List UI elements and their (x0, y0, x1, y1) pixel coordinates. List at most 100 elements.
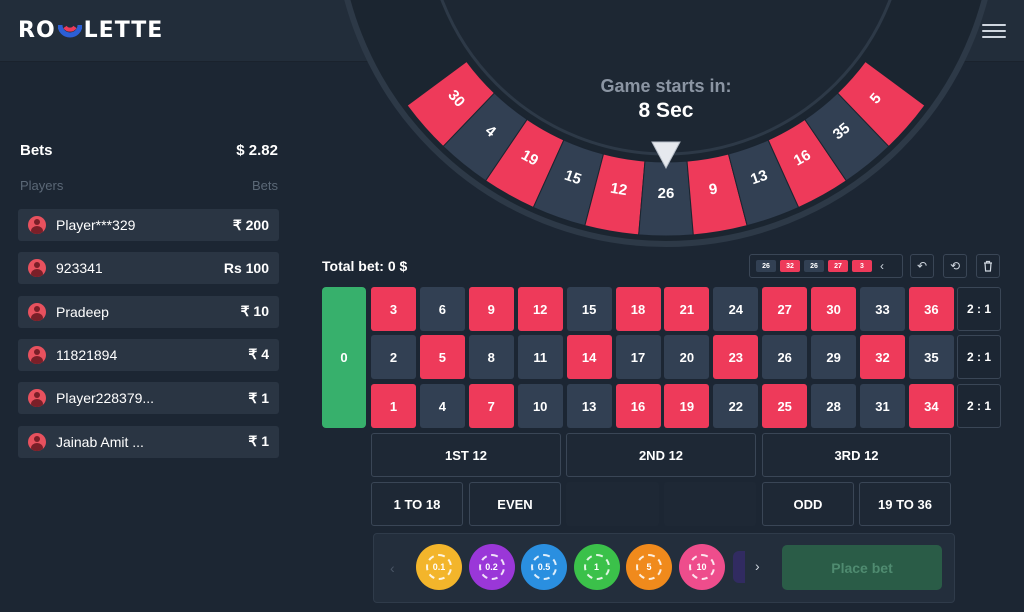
history-result: 3 (852, 260, 872, 272)
clear-button[interactable] (976, 254, 1000, 278)
chips-prev-button[interactable]: ‹ (390, 560, 395, 576)
bet-number[interactable]: 14 (566, 335, 612, 379)
wheel-pocket (686, 153, 748, 236)
player-amount: ₹ 200 (232, 216, 269, 233)
undo-button[interactable]: ↶ (910, 254, 934, 278)
how-to-play-button[interactable]: i How to play? (613, 15, 759, 47)
wheel-number: 4 (482, 122, 500, 141)
chevron-right-icon: › (755, 558, 760, 574)
bet-19-to-36[interactable]: 19 TO 36 (859, 482, 951, 526)
bet-number[interactable]: 26 (762, 335, 808, 379)
chip[interactable]: 10 (678, 544, 725, 590)
dozen-2nd[interactable]: 2ND 12 (566, 433, 756, 477)
bet-even[interactable]: EVEN (469, 482, 561, 526)
chip[interactable]: 0.1 (416, 544, 462, 590)
zero-label: 0 (340, 350, 348, 365)
bet-number[interactable]: 3 (371, 287, 416, 331)
balance-display: 999 594.5 $ (774, 15, 920, 47)
bet-odd[interactable]: ODD (762, 482, 854, 526)
bets-columns: Players Bets (20, 178, 278, 193)
bet-number[interactable]: 19 (664, 384, 710, 428)
column-bet-bottom[interactable]: 2 : 1 (957, 384, 1001, 428)
column-bet-middle[interactable]: 2 : 1 (957, 335, 1001, 379)
wheel-pocket (767, 118, 848, 209)
chip-partial (733, 551, 745, 583)
column-bet-label: 2 : 1 (966, 399, 991, 413)
bet-number[interactable]: 25 (762, 384, 808, 428)
dozen-3rd[interactable]: 3RD 12 (762, 433, 951, 477)
chip[interactable]: 0.2 (468, 544, 515, 590)
player-amount: Rs 100 (223, 260, 269, 277)
bet-black[interactable] (664, 482, 756, 526)
player-amount: ₹ 10 (240, 303, 269, 320)
bet-number[interactable]: 28 (811, 384, 857, 428)
chip[interactable]: 1 (573, 544, 620, 590)
history-result: 32 (780, 260, 800, 272)
bet-1-to-18[interactable]: 1 TO 18 (371, 482, 463, 526)
wheel-number: 26 (658, 185, 675, 202)
bet-number[interactable]: 9 (468, 287, 514, 331)
fullscreen-button[interactable] (936, 15, 967, 47)
wheel-number: 15 (562, 167, 583, 189)
wheel-pocket (532, 139, 605, 227)
bet-number[interactable]: 16 (615, 384, 661, 428)
wheel-number: 30 (444, 87, 468, 111)
bet-zero[interactable]: 0 (322, 287, 366, 428)
place-bet-button[interactable]: Place bet (782, 545, 942, 590)
bet-number[interactable]: 27 (762, 287, 808, 331)
bet-number[interactable]: 10 (517, 384, 563, 428)
bet-number[interactable]: 8 (468, 335, 514, 379)
bet-number[interactable]: 2 (371, 335, 416, 379)
history-strip[interactable]: 26 32 26 27 3 ‹ (749, 254, 903, 278)
odd-label: ODD (793, 496, 823, 512)
player-name: Player***329 (56, 217, 136, 233)
bet-number[interactable]: 36 (908, 287, 954, 331)
avatar-icon (28, 432, 46, 451)
bet-number[interactable]: 17 (615, 335, 661, 379)
bet-number[interactable]: 24 (713, 287, 759, 331)
bet-number[interactable]: 23 (713, 335, 759, 379)
repeat-icon: ⟲ (949, 259, 961, 273)
bet-number[interactable]: 6 (419, 287, 465, 331)
player-amount: ₹ 1 (248, 389, 269, 406)
bet-number[interactable]: 30 (811, 287, 857, 331)
bet-number[interactable]: 11 (517, 335, 563, 379)
history-result: 26 (804, 260, 824, 272)
wheel-pointer-icon (651, 141, 681, 170)
bet-number[interactable]: 5 (419, 335, 465, 379)
chip[interactable]: 0.5 (521, 544, 567, 590)
bet-number[interactable]: 29 (811, 335, 857, 379)
column-bet-top[interactable]: 2 : 1 (957, 287, 1001, 331)
bet-number[interactable]: 13 (566, 384, 612, 428)
avatar-icon (28, 389, 46, 408)
player-bet-row: Player***329 ₹ 200 (18, 209, 279, 241)
bet-number[interactable]: 4 (419, 384, 465, 428)
bet-number[interactable]: 15 (566, 287, 612, 331)
bet-number[interactable]: 35 (908, 335, 954, 379)
wheel-number: 5 (867, 90, 885, 107)
bet-number[interactable]: 21 (664, 287, 710, 331)
avatar-icon (28, 216, 46, 234)
bet-number[interactable]: 12 (517, 287, 563, 331)
bet-number[interactable]: 32 (860, 335, 905, 379)
bet-number[interactable]: 22 (713, 384, 759, 428)
even-label: EVEN (497, 496, 533, 512)
bet-number[interactable]: 31 (860, 384, 905, 428)
menu-button[interactable] (982, 18, 1006, 44)
bet-number[interactable]: 7 (468, 384, 514, 428)
bet-number[interactable]: 18 (615, 287, 661, 331)
bet-number[interactable]: 34 (908, 384, 954, 428)
place-bet-label: Place bet (831, 559, 893, 576)
player-amount: ₹ 1 (248, 433, 269, 449)
bet-number[interactable]: 33 (860, 287, 905, 331)
bet-red[interactable] (566, 482, 659, 526)
how-to-play-label: How to play? (653, 23, 741, 39)
chip[interactable]: 5 (626, 544, 672, 590)
undo-icon: ↶ (916, 259, 928, 273)
repeat-button[interactable]: ⟲ (943, 254, 967, 278)
chips-next-button[interactable]: › (755, 558, 760, 574)
chip-value: 0.5 (531, 554, 557, 580)
dozen-1st[interactable]: 1ST 12 (371, 433, 561, 477)
bet-number[interactable]: 1 (371, 384, 416, 428)
bet-number[interactable]: 20 (664, 335, 710, 379)
